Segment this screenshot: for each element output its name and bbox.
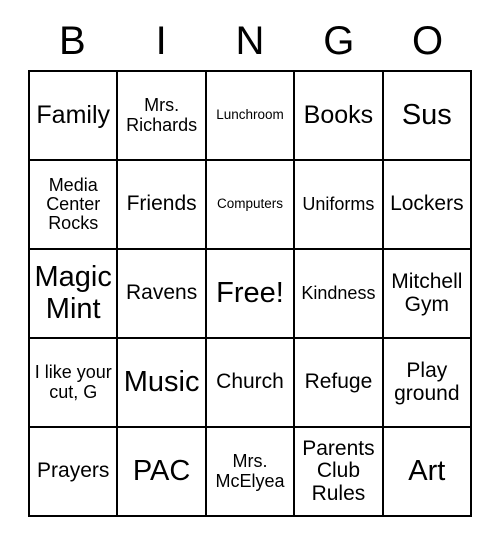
bingo-cell[interactable]: Prayers — [30, 428, 119, 517]
bingo-cell-label: Media Center Rocks — [46, 174, 101, 234]
bingo-row: Magic Mint Ravens Free! Kindness Mitchel… — [30, 250, 473, 339]
bingo-cell-label: Play ground — [394, 359, 460, 405]
bingo-cell-label: Computers — [217, 196, 284, 212]
bingo-cell[interactable]: Uniforms — [295, 161, 384, 250]
bingo-cell[interactable]: Ravens — [118, 250, 207, 339]
bingo-cell-label: I like your cut, G — [34, 362, 112, 402]
bingo-cell-free[interactable]: Free! — [206, 250, 296, 339]
bingo-cell[interactable]: Refuge — [295, 339, 384, 428]
bingo-cell[interactable]: Family — [30, 72, 119, 161]
bingo-cell[interactable]: Mrs. McElyea — [206, 428, 296, 517]
bingo-cell-label: PAC — [132, 454, 191, 487]
bingo-header-letter-n: N — [206, 12, 295, 70]
bingo-cell-label: Mrs. McElyea — [215, 451, 285, 491]
bingo-cell[interactable]: Mrs. Richards — [118, 72, 207, 161]
header-letter-text: I — [155, 19, 167, 63]
bingo-cell[interactable]: PAC — [118, 428, 207, 517]
bingo-cell-label: Art — [408, 454, 446, 487]
bingo-cell[interactable]: Sus — [383, 72, 473, 161]
bingo-cell[interactable]: Books — [295, 72, 384, 161]
bingo-cell[interactable]: Lunchroom — [206, 72, 296, 161]
bingo-cell-label: Parents Club Rules — [302, 436, 375, 505]
bingo-cell[interactable]: Media Center Rocks — [30, 161, 119, 250]
bingo-cell-label: Church — [216, 370, 284, 394]
bingo-cell-label: Mitchell Gym — [391, 270, 463, 316]
bingo-cell[interactable]: Mitchell Gym — [383, 250, 473, 339]
bingo-row: I like your cut, G Music Church Refuge P… — [30, 339, 473, 428]
bingo-header-letter-b: B — [28, 12, 117, 70]
bingo-row: Prayers PAC Mrs. McElyea Parents Club Ru… — [30, 428, 473, 517]
bingo-cell-label: Free! — [216, 276, 284, 309]
bingo-cell[interactable]: I like your cut, G — [30, 339, 119, 428]
bingo-header-letter-g: G — [294, 12, 383, 70]
bingo-cell[interactable]: Friends — [118, 161, 207, 250]
header-letter-text: N — [235, 19, 265, 63]
bingo-card: B I N G O Family Mrs. Richards Lunchroom — [28, 12, 473, 517]
bingo-cell[interactable]: Play ground — [383, 339, 473, 428]
bingo-cell-label: Sus — [401, 98, 452, 131]
bingo-cell[interactable]: Art — [383, 428, 473, 517]
bingo-header-letter-i: I — [117, 12, 206, 70]
bingo-cell-label: Mrs. Richards — [126, 95, 198, 135]
header-letter-text: B — [59, 19, 86, 63]
bingo-cell-label: Friends — [126, 192, 197, 216]
bingo-cell-label: Music — [123, 365, 200, 398]
bingo-cell-label: Magic Mint — [34, 261, 112, 325]
bingo-cell[interactable]: Parents Club Rules — [295, 428, 384, 517]
bingo-row: Family Mrs. Richards Lunchroom Books Sus — [30, 72, 473, 161]
bingo-grid: Family Mrs. Richards Lunchroom Books Sus… — [28, 70, 473, 517]
bingo-cell-label: Family — [36, 101, 110, 130]
bingo-cell-label: Lunchroom — [216, 107, 284, 123]
bingo-cell[interactable]: Magic Mint — [30, 250, 119, 339]
bingo-cell-label: Uniforms — [302, 193, 375, 214]
bingo-cell-label: Refuge — [304, 370, 373, 394]
bingo-cell[interactable]: Lockers — [383, 161, 473, 250]
header-letter-text: O — [412, 19, 444, 63]
bingo-header-letter-o: O — [383, 12, 472, 70]
bingo-cell-label: Books — [303, 101, 374, 130]
bingo-cell[interactable]: Church — [206, 339, 296, 428]
bingo-cell-label: Prayers — [37, 459, 110, 483]
bingo-cell[interactable]: Music — [118, 339, 207, 428]
bingo-cell-label: Lockers — [390, 192, 464, 216]
bingo-cell[interactable]: Kindness — [295, 250, 384, 339]
bingo-header: B I N G O — [28, 12, 472, 70]
bingo-cell-label: Kindness — [301, 282, 376, 303]
bingo-row: Media Center Rocks Friends Computers Uni… — [30, 161, 473, 250]
bingo-cell-label: Ravens — [126, 281, 198, 305]
bingo-cell[interactable]: Computers — [206, 161, 296, 250]
header-letter-text: G — [323, 19, 355, 63]
